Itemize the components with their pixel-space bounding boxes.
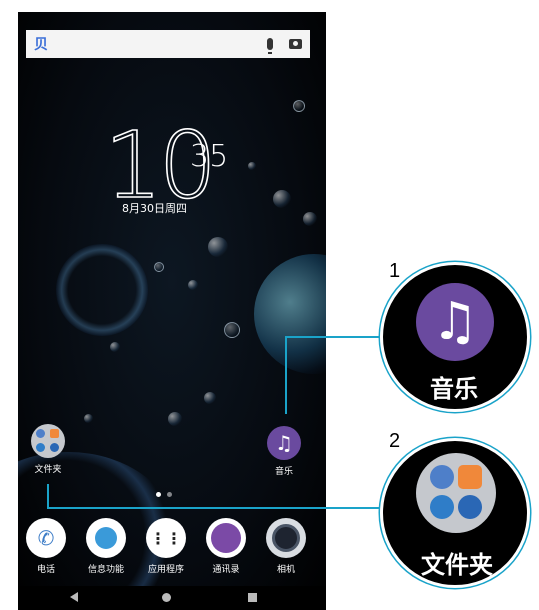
wallpaper-bubble [273, 190, 291, 208]
music-note-icon: ♫ [416, 283, 494, 361]
dock-label: 通讯录 [212, 565, 240, 575]
folder-app[interactable]: 文件夹 [18, 424, 78, 475]
camera-search-icon[interactable] [289, 39, 302, 49]
wallpaper-bubble [154, 262, 164, 272]
contacts-icon [206, 518, 246, 558]
music-callout: ♫ 音乐 [380, 262, 530, 412]
messaging-icon [86, 518, 126, 558]
dock-item-camera[interactable]: 相机 [256, 518, 316, 575]
folder-icon [31, 424, 65, 458]
phone-screen: 贝 10 35 8月30日周四 文件夹 ♫ 音乐 ✆ 电话 信息功能 ⋮⋮ 应用… [18, 12, 326, 610]
wallpaper-bubble [188, 280, 198, 290]
callout-line [47, 484, 49, 508]
page-dot [156, 492, 161, 497]
page-dot [167, 492, 172, 497]
music-note-icon: ♫ [267, 426, 301, 460]
wallpaper-bubble [248, 162, 256, 170]
callout-line [285, 336, 287, 414]
recents-icon[interactable] [248, 593, 257, 602]
baidu-logo-icon: 贝 [34, 37, 48, 53]
wallpaper-bubble [293, 100, 305, 112]
callout-label: 音乐 [430, 375, 478, 403]
folder-icon [416, 453, 496, 533]
wallpaper-bubble [168, 412, 182, 426]
wallpaper-bubble [110, 342, 120, 352]
back-icon[interactable] [70, 592, 78, 602]
dock-label: 电话 [36, 565, 55, 575]
callout-number: 1 [389, 260, 401, 282]
folder-callout: 文件夹 [380, 438, 530, 588]
clock-minute: 35 [190, 139, 229, 174]
folder-label: 文件夹 [34, 465, 62, 475]
callout-number: 2 [389, 430, 401, 452]
camera-icon [266, 518, 306, 558]
app-drawer-icon: ⋮⋮ [146, 518, 186, 558]
phone-icon: ✆ [26, 518, 66, 558]
dock-item-phone[interactable]: ✆ 电话 [18, 518, 76, 575]
wallpaper-bubble [84, 414, 93, 423]
clock-date: 8月30日周四 [122, 202, 187, 215]
search-bar[interactable]: 贝 [26, 30, 310, 58]
wallpaper-bubble [303, 212, 317, 226]
wallpaper-bubble [224, 322, 240, 338]
dock-item-messaging[interactable]: 信息功能 [76, 518, 136, 575]
music-app[interactable]: ♫ 音乐 [254, 426, 314, 477]
wallpaper-bubble [254, 254, 326, 374]
microphone-icon[interactable] [267, 38, 273, 54]
dock-label: 信息功能 [87, 565, 124, 575]
wallpaper-bubble [208, 237, 228, 257]
music-label: 音乐 [274, 467, 293, 477]
callout-line [285, 336, 393, 338]
home-icon[interactable] [162, 593, 171, 602]
callout-line [47, 507, 385, 509]
navigation-bar [18, 586, 326, 610]
dock-label: 应用程序 [147, 565, 184, 575]
dock-item-contacts[interactable]: 通讯录 [196, 518, 256, 575]
page-indicator [156, 492, 172, 497]
wallpaper-bubble [56, 244, 148, 336]
callout-label: 文件夹 [421, 551, 493, 579]
dock-label: 相机 [276, 565, 295, 575]
dock-item-apps[interactable]: ⋮⋮ 应用程序 [136, 518, 196, 575]
wallpaper-bubble [204, 392, 216, 404]
